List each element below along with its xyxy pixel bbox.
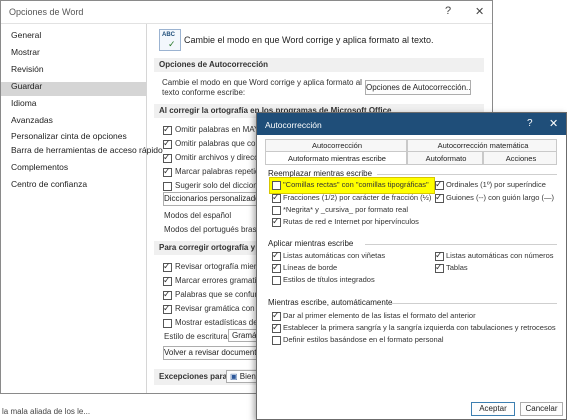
tab-label: Autoformato mientras escribe <box>288 154 386 163</box>
sidebar-item-idioma[interactable]: Idioma <box>11 98 37 108</box>
group-divider <box>392 303 557 304</box>
recheck-document-button[interactable]: Volver a revisar documento <box>163 346 259 360</box>
dialog-help-button[interactable]: ? <box>527 118 533 129</box>
apply-0-label: Listas automáticas con viñetas <box>283 251 386 260</box>
auto-2-label: Definir estilos basándose en el formato … <box>283 335 444 344</box>
word-opt-4-checkbox[interactable] <box>163 319 172 328</box>
writing-style-label: Estilo de escritura: <box>164 332 230 341</box>
tab-label: Acciones <box>505 154 537 163</box>
group-auto-title: Mientras escribe, automáticamente <box>268 298 393 307</box>
group-divider <box>377 174 557 175</box>
autocorrect-dialog: Autocorrección ? ✕ Autocorrección Autoco… <box>256 112 567 420</box>
auto-1-label: Establecer la primera sangría y la sangr… <box>283 323 556 332</box>
office-opt-3-label: Marcar palabras repetidas <box>175 167 268 176</box>
sidebar-item-avanzadas[interactable]: Avanzadas <box>11 115 53 125</box>
word-opt-1-checkbox[interactable] <box>163 275 172 286</box>
auto-0-label: Dar al primer elemento de las listas el … <box>283 311 476 320</box>
word-opt-3-checkbox[interactable] <box>163 303 172 314</box>
word-doc-icon: ▣ <box>230 372 238 381</box>
replace-right-1-checkbox[interactable] <box>435 192 444 203</box>
help-button[interactable]: ? <box>445 5 451 17</box>
replace-right-0-checkbox[interactable] <box>435 179 444 190</box>
replace-3-checkbox[interactable] <box>272 216 281 227</box>
sidebar-item-mostrar[interactable]: Mostrar <box>11 47 40 57</box>
apply-2-checkbox[interactable] <box>272 276 281 285</box>
page-title: Cambie el modo en que Word corrige y apl… <box>184 35 434 45</box>
apply-0-checkbox[interactable] <box>272 250 281 261</box>
group-apply-title: Aplicar mientras escribe <box>268 239 354 248</box>
mode-spanish-label: Modos del español <box>164 211 232 220</box>
exceptions-label: Excepciones para: <box>159 372 230 381</box>
tab-autoformato[interactable]: Autoformato <box>407 151 483 164</box>
word-opt-0-checkbox[interactable] <box>163 261 172 272</box>
dialog-title: Autocorrección <box>265 120 322 130</box>
abc-icon-label: ABC <box>162 32 175 38</box>
replace-0-checkbox[interactable] <box>272 181 281 190</box>
apply-right-1-checkbox[interactable] <box>435 262 444 273</box>
sidebar-item-confianza[interactable]: Centro de confianza <box>11 179 87 189</box>
tab-autocorreccion-matematica[interactable]: Autocorrección matemática <box>407 139 557 151</box>
apply-right-0-label: Listas automáticas con números <box>446 251 554 260</box>
sidebar-item-general[interactable]: General <box>11 30 41 40</box>
sidebar-item-guardar[interactable]: Guardar <box>11 81 42 91</box>
apply-1-label: Líneas de borde <box>283 263 338 272</box>
auto-2-checkbox[interactable] <box>272 336 281 345</box>
sidebar-item-complementos[interactable]: Complementos <box>11 162 68 172</box>
sidebar-item-cinta[interactable]: Personalizar cinta de opciones <box>11 131 127 141</box>
word-opt-2-checkbox[interactable] <box>163 289 172 300</box>
tab-label: Autocorrección <box>311 141 363 150</box>
replace-3-label: Rutas de red e Internet por hipervínculo… <box>283 217 419 226</box>
tab-label: Autocorrección matemática <box>437 141 529 150</box>
office-opt-4-checkbox[interactable] <box>163 182 172 191</box>
tab-label: Autoformato <box>425 154 467 163</box>
office-opt-3-checkbox[interactable] <box>163 166 172 177</box>
group-divider <box>365 244 557 245</box>
apply-right-0-checkbox[interactable] <box>435 250 444 261</box>
close-button[interactable]: ✕ <box>475 5 484 18</box>
tab-autoformato-mientras-escribe[interactable]: Autoformato mientras escribe <box>265 151 407 164</box>
replace-0-label: "Comillas rectas" con "comillas tipográf… <box>283 180 429 189</box>
sidebar-item-acceso-rapido[interactable]: Barra de herramientas de acceso rápido <box>11 145 163 155</box>
replace-1-label: Fracciones (1/2) por carácter de fracció… <box>283 193 432 202</box>
ok-button[interactable]: Aceptar <box>471 402 515 416</box>
sidebar-item-revision[interactable]: Revisión <box>11 64 44 74</box>
exceptions-select[interactable]: ▣ Bienv <box>226 370 260 383</box>
dialog-titlebar: Autocorrección ? ✕ <box>257 113 566 135</box>
auto-1-checkbox[interactable] <box>272 322 281 333</box>
replace-2-checkbox[interactable] <box>272 206 281 215</box>
office-opt-2-checkbox[interactable] <box>163 152 172 163</box>
background-document-text: la mala aliada de los le... <box>2 407 91 416</box>
autocorrect-options-button[interactable]: Opciones de Autocorrección... <box>365 80 471 95</box>
custom-dictionaries-button[interactable]: Diccionarios personalizados... <box>163 192 263 206</box>
office-opt-2-label: Omitir archivos y direccion <box>175 153 269 162</box>
dialog-close-button[interactable]: ✕ <box>549 117 558 130</box>
tab-acciones[interactable]: Acciones <box>483 151 557 164</box>
tab-baseline <box>265 164 557 165</box>
autocorrect-desc-1: Cambie el modo en que Word corrige y apl… <box>162 78 362 87</box>
replace-2-label: *Negrita* y _cursiva_ por formato real <box>283 205 409 214</box>
cancel-button[interactable]: Cancelar <box>520 402 563 416</box>
check-icon: ✓ <box>168 39 176 49</box>
replace-right-0-label: Ordinales (1º) por superíndice <box>446 180 546 189</box>
office-opt-1-checkbox[interactable] <box>163 138 172 149</box>
options-sidebar: General Mostrar Revisión Guardar Idioma … <box>1 24 163 393</box>
autocorrect-desc-2: texto conforme escribe: <box>162 88 246 97</box>
section-autocorrect: Opciones de Autocorrección <box>154 58 484 72</box>
tab-autocorreccion[interactable]: Autocorrección <box>265 139 407 151</box>
apply-2-label: Estilos de títulos integrados <box>283 275 375 284</box>
replace-1-checkbox[interactable] <box>272 192 281 203</box>
apply-1-checkbox[interactable] <box>272 262 281 273</box>
auto-0-checkbox[interactable] <box>272 310 281 321</box>
window-title: Opciones de Word <box>9 7 84 17</box>
abc-check-icon: ABC ✓ <box>159 29 181 51</box>
office-opt-0-checkbox[interactable] <box>163 124 172 135</box>
replace-right-1-label: Guiones (--) con guión largo (—) <box>446 193 554 202</box>
apply-right-1-label: Tablas <box>446 263 468 272</box>
